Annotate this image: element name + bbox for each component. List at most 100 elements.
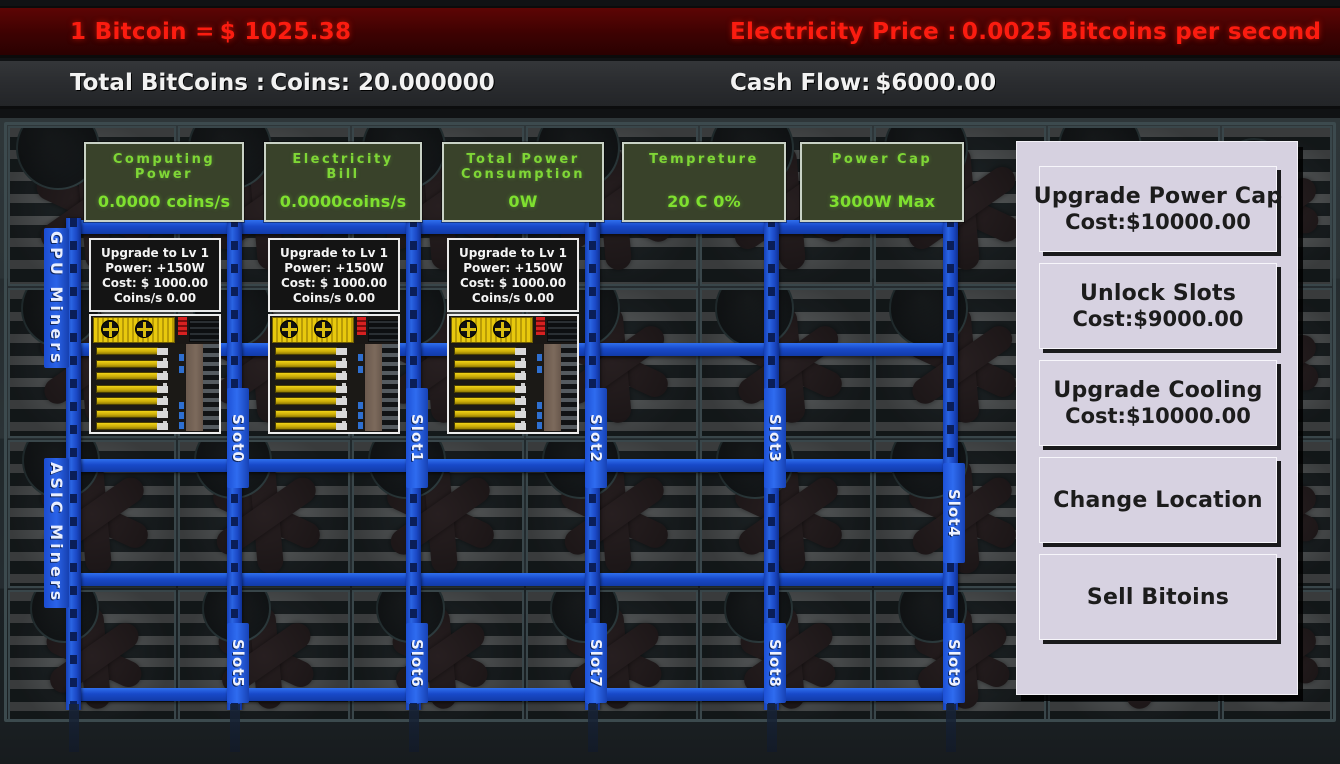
rig-chip	[179, 366, 184, 373]
rig-gpu-card	[96, 409, 168, 418]
button-primary-label: Unlock Slots	[1079, 281, 1237, 306]
stat-title: Tempreture	[649, 152, 759, 167]
rig-gpu-card	[454, 384, 526, 393]
stat-value: 0.0000 coins/s	[97, 192, 231, 211]
upgrade-card-slot1[interactable]: Upgrade to Lv 1 Power: +150W Cost: $ 1000.…	[268, 238, 400, 312]
rig-mainboard	[93, 344, 185, 431]
button-primary-label: Upgrade Cooling	[1053, 378, 1263, 403]
rig-heatsink	[189, 320, 219, 342]
rig-gpu-card	[96, 372, 168, 380]
rig-gpu-card	[96, 359, 168, 368]
stat-box-electricity-bill: Electricity Bill 0.0000coins/s	[264, 142, 422, 222]
stat-box-tempreture: Tempreture 20 C 0%	[622, 142, 786, 222]
rig-fan-icon	[101, 320, 119, 338]
button-primary-label: Change Location	[1053, 487, 1263, 513]
rig-gpu-card	[96, 347, 168, 355]
rig-vent-grill	[561, 344, 577, 431]
rig-gpu-card	[275, 347, 347, 355]
rig-gpu-card	[454, 347, 526, 355]
rig-gpu-card	[454, 372, 526, 380]
stat-value: 0W	[508, 192, 538, 211]
rig-heatsink	[547, 320, 577, 342]
rig-chip	[358, 354, 363, 361]
rig-fan-icon	[493, 320, 511, 338]
stat-title: Power Cap	[831, 152, 933, 167]
upgrade-card-slot0[interactable]: Upgrade to Lv 1 Power: +150W Cost: $ 1000.…	[89, 238, 221, 312]
action-button-panel: Upgrade Power Cap Cost:$10000.00 Unlock Sl…	[1016, 141, 1298, 695]
rig-gpu-card	[275, 359, 347, 368]
game-screen: 1 Bitcoin = $ 1025.38 Electricity Price …	[0, 0, 1340, 764]
cash-flow-group: Cash Flow: $6000.00	[730, 70, 996, 96]
cooling-fan	[700, 288, 872, 438]
sell-bitoins-button[interactable]: Sell Bitoins	[1039, 554, 1277, 640]
cooling-fan	[8, 590, 176, 722]
upgrade-level-text: Upgrade to Lv 1	[101, 245, 209, 260]
upgrade-cooling-button[interactable]: Upgrade Cooling Cost:$10000.00	[1039, 360, 1277, 446]
rig-gpu-card	[275, 384, 347, 393]
rig-gpu-card	[454, 409, 526, 418]
rig-chip	[358, 366, 363, 373]
rig-chip	[179, 422, 184, 429]
slot-label-slot1[interactable]: Slot1	[406, 388, 428, 488]
unlock-slots-button[interactable]: Unlock Slots Cost:$9000.00	[1039, 263, 1277, 349]
rig-chip	[537, 412, 542, 419]
total-bitcoins-group: Total BitCoins : Coins: 20.000000	[70, 70, 495, 96]
rig-chip	[179, 412, 184, 419]
button-cost-label: Cost:$9000.00	[1072, 307, 1244, 331]
slot-label-slot2[interactable]: Slot2	[585, 388, 607, 488]
rack-leg	[409, 704, 419, 752]
rig-gpu-card	[96, 422, 168, 430]
stat-box-total-power-consumption: Total Power Consumption 0W	[442, 142, 604, 222]
upgrade-level-text: Upgrade to Lv 1	[280, 245, 388, 260]
rig-fan-icon	[314, 320, 332, 338]
rig-power-connector	[178, 317, 187, 335]
stat-title: Electricity Bill	[292, 152, 394, 182]
slot-label-slot9[interactable]: Slot9	[943, 623, 965, 703]
button-primary-label: Sell Bitoins	[1086, 584, 1230, 610]
rig-mainboard	[272, 344, 364, 431]
upgrade-rate-text: Coins/s 0.00	[292, 290, 376, 305]
button-cost-label: Cost:$10000.00	[1065, 404, 1251, 428]
slot-label-slot8[interactable]: Slot8	[764, 623, 786, 703]
bitcoin-price-value: $ 1025.38	[219, 18, 352, 45]
rig-gpu-card	[275, 372, 347, 380]
upgrade-power-cap-button[interactable]: Upgrade Power Cap Cost:$10000.00	[1034, 166, 1282, 252]
upgrade-cost-text: Cost: $ 1000.00	[459, 275, 567, 290]
rack-leg	[946, 704, 956, 752]
slot-label-slot4[interactable]: Slot4	[943, 463, 965, 563]
cash-flow-value: $6000.00	[875, 70, 997, 96]
stat-value: 0.0000coins/s	[279, 192, 407, 211]
rig-vent-grill	[203, 344, 219, 431]
miner-rig-slot1[interactable]	[268, 314, 400, 434]
upgrade-cost-text: Cost: $ 1000.00	[101, 275, 209, 290]
rack-post-notches	[70, 218, 77, 710]
rack-label-asic-miners: ASIC Miners	[44, 458, 69, 608]
miner-rig-slot2[interactable]	[447, 314, 579, 434]
slot-label-slot5[interactable]: Slot5	[227, 623, 249, 703]
miner-rig-slot0[interactable]	[89, 314, 221, 434]
bitcoin-price-group: 1 Bitcoin = $ 1025.38	[70, 19, 351, 45]
stat-title: Computing Power	[112, 152, 216, 182]
cooling-fan	[352, 590, 524, 722]
slot-label-slot0[interactable]: Slot0	[227, 388, 249, 488]
rig-power-connector	[357, 317, 366, 335]
slot-label-slot3[interactable]: Slot3	[764, 388, 786, 488]
rack-shelf	[66, 573, 958, 586]
rig-chip	[179, 354, 184, 361]
rig-chip	[537, 402, 542, 409]
rig-vent-grill	[382, 344, 398, 431]
button-primary-label: Upgrade Power Cap	[1033, 184, 1283, 209]
rack-label-gpu-miners: GPU Miners	[44, 228, 69, 368]
rig-gpu-card	[454, 359, 526, 368]
rig-gpu-card	[96, 384, 168, 393]
button-cost-label: Cost:$10000.00	[1065, 210, 1251, 234]
upgrade-card-slot2[interactable]: Upgrade to Lv 1 Power: +150W Cost: $ 1000.…	[447, 238, 579, 312]
rack-shelf	[66, 459, 958, 472]
rig-heatsink	[368, 320, 398, 342]
rack-shelf	[66, 220, 958, 234]
upgrade-level-text: Upgrade to Lv 1	[459, 245, 567, 260]
rack-leg	[588, 704, 598, 752]
slot-label-slot6[interactable]: Slot6	[406, 623, 428, 703]
change-location-button[interactable]: Change Location	[1039, 457, 1277, 543]
slot-label-slot7[interactable]: Slot7	[585, 623, 607, 703]
